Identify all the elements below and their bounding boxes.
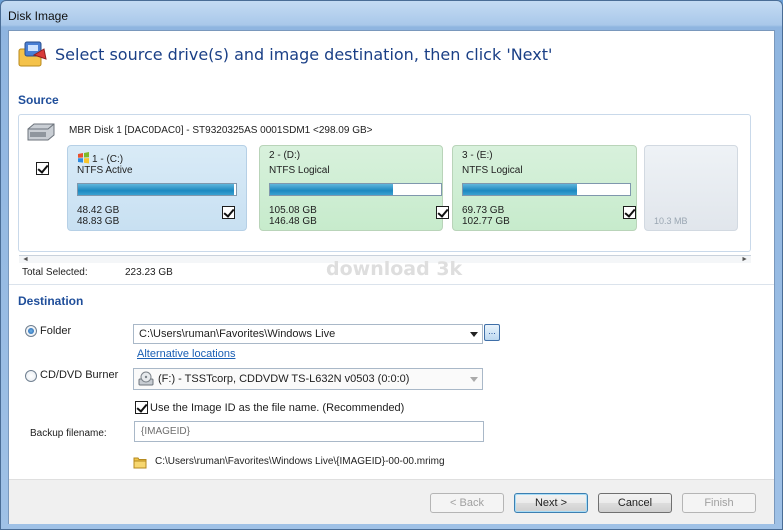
partition-total: 146.48 GB: [269, 216, 317, 227]
unallocated-size: 10.3 MB: [654, 216, 688, 226]
cd-drive-value: (F:) - TSSTcorp, CDDVDW TS-L632N v0503 (…: [158, 373, 410, 385]
backup-filename-label: Backup filename:: [30, 428, 107, 439]
disk-image-window: Disk Image Select source drive(s) and im…: [0, 0, 783, 530]
partition-type: NTFS Logical: [269, 165, 330, 176]
total-selected-value: 223.23 GB: [125, 267, 173, 278]
chevron-down-icon[interactable]: [470, 377, 478, 382]
back-button[interactable]: < Back: [430, 493, 504, 513]
partition-d[interactable]: 2 - (D:) NTFS Logical 105.08 GB 146.48 G…: [259, 145, 449, 231]
optical-drive-icon: [138, 371, 154, 386]
disk-label: MBR Disk 1 [DAC0DAC0] - ST9320325AS 0001…: [69, 125, 373, 136]
usage-fill: [270, 184, 394, 195]
folder-radio[interactable]: [25, 325, 37, 337]
source-section-title: Source: [18, 93, 59, 107]
partition-checkbox[interactable]: [222, 206, 235, 219]
partition-used: 105.08 GB: [269, 205, 317, 216]
folder-radio-label[interactable]: Folder: [40, 325, 71, 337]
partition-type: NTFS Logical: [462, 165, 523, 176]
partition-c[interactable]: 1 - (C:) NTFS Active 48.42 GB 48.83 GB: [67, 145, 247, 231]
partition-total: 102.77 GB: [462, 216, 510, 227]
folder-icon: [133, 457, 147, 469]
folder-path-value: C:\Users\ruman\Favorites\Windows Live: [139, 328, 336, 340]
partition-usage-bar: [77, 183, 237, 196]
partition-type: NTFS Active: [77, 165, 133, 176]
partition-total: 48.83 GB: [77, 216, 120, 227]
disk-image-wizard-icon: [18, 41, 47, 67]
partition-name: 3 - (E:): [462, 150, 493, 161]
partition-used: 48.42 GB: [77, 205, 120, 216]
chevron-down-icon[interactable]: [470, 332, 478, 337]
cd-dvd-radio-label[interactable]: CD/DVD Burner: [40, 369, 118, 381]
window-title: Disk Image: [8, 9, 69, 23]
alternative-locations-link[interactable]: Alternative locations: [137, 348, 235, 360]
next-button[interactable]: Next >: [514, 493, 588, 513]
partition-name: 2 - (D:): [269, 150, 301, 161]
finish-button[interactable]: Finish: [682, 493, 756, 513]
partition-e[interactable]: 3 - (E:) NTFS Logical 69.73 GB 102.77 GB: [452, 145, 637, 231]
usage-fill: [78, 184, 235, 195]
cd-dvd-radio[interactable]: [25, 370, 37, 382]
windows-flag-icon: [78, 152, 89, 164]
partition-used: 69.73 GB: [462, 205, 505, 216]
use-image-id-checkbox[interactable]: [135, 401, 148, 414]
destination-section-title: Destination: [18, 294, 84, 308]
partition-usage-bar: [462, 183, 631, 196]
unallocated-space: 10.3 MB: [644, 145, 738, 231]
total-selected-label: Total Selected:: [22, 267, 88, 278]
use-image-id-label[interactable]: Use the Image ID as the file name. (Reco…: [150, 402, 404, 414]
source-disk-panel: MBR Disk 1 [DAC0DAC0] - ST9320325AS 0001…: [18, 114, 751, 252]
backup-filename-field[interactable]: [134, 421, 484, 442]
hard-disk-icon: [27, 123, 55, 141]
wizard-client-area: Select source drive(s) and image destina…: [8, 30, 775, 524]
cancel-button[interactable]: Cancel: [598, 493, 672, 513]
title-bar[interactable]: Disk Image: [1, 1, 782, 29]
scroll-left-arrow[interactable]: ◄: [22, 256, 29, 263]
wizard-header: Select source drive(s) and image destina…: [9, 31, 774, 77]
scroll-right-arrow[interactable]: ►: [741, 256, 748, 263]
section-divider: [9, 284, 774, 285]
partition-name: 1 - (C:): [77, 150, 123, 165]
partition-checkbox[interactable]: [623, 206, 636, 219]
result-path-text: C:\Users\ruman\Favorites\Windows Live\{I…: [155, 456, 445, 467]
watermark-logo: download 3k: [326, 258, 463, 280]
folder-path-combo[interactable]: C:\Users\ruman\Favorites\Windows Live: [133, 324, 483, 344]
partition-usage-bar: [269, 183, 442, 196]
partition-checkbox[interactable]: [436, 206, 449, 219]
usage-fill: [463, 184, 577, 195]
backup-filename-input[interactable]: [135, 422, 483, 441]
cd-drive-combo[interactable]: (F:) - TSSTcorp, CDDVDW TS-L632N v0503 (…: [133, 368, 483, 390]
browse-folder-button[interactable]: ...: [484, 324, 500, 341]
wizard-footer: < Back Next > Cancel Finish: [9, 479, 774, 524]
disk-select-checkbox[interactable]: [36, 162, 49, 175]
wizard-instruction: Select source drive(s) and image destina…: [55, 45, 553, 64]
